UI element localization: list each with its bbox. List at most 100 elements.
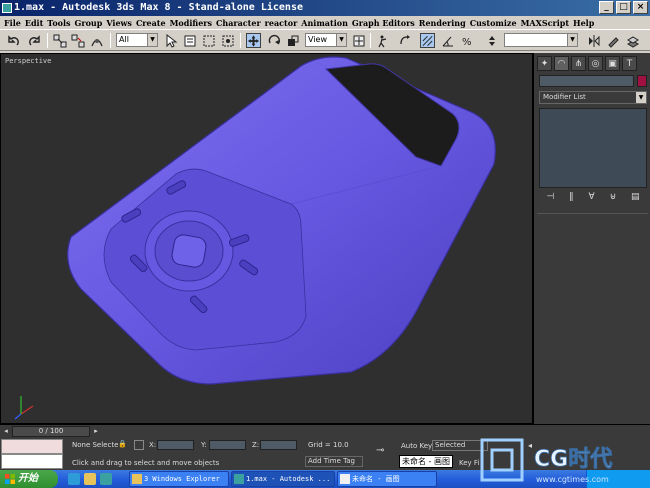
object-color-swatch[interactable] [637, 75, 647, 87]
snap-toggle-icon[interactable] [420, 33, 435, 48]
app-icon [2, 3, 12, 13]
toolbar-separator [240, 33, 241, 48]
window-crossing-icon[interactable] [220, 33, 235, 48]
y-label: Y: [201, 441, 207, 449]
lock-icon[interactable]: 🔒 [118, 440, 127, 448]
menu-maxscript[interactable]: MAXScript [519, 18, 571, 28]
task-paint[interactable]: 未命名 - 画图 [337, 471, 437, 487]
absolute-mode-icon[interactable] [134, 440, 144, 450]
menu-reactor[interactable]: reactor [263, 18, 300, 28]
utilities-tab-icon[interactable]: T [622, 56, 637, 71]
task-3dsmax[interactable]: 1.max - Autodesk ... [231, 471, 335, 487]
ref-coord-dropdown[interactable]: View ▼ [305, 33, 347, 47]
menu-rendering[interactable]: Rendering [417, 18, 468, 28]
axis-tripod [14, 396, 34, 420]
menu-customize[interactable]: Customize [468, 18, 519, 28]
show-end-result-icon[interactable]: ‖ [569, 192, 574, 206]
rect-selection-icon[interactable] [201, 33, 216, 48]
named-selection-sets-dropdown[interactable]: ▼ [504, 33, 578, 47]
mirror-object-icon[interactable] [586, 33, 601, 48]
manipulate-icon[interactable] [376, 33, 391, 48]
watermark-logo-icon [480, 438, 524, 482]
layer-manager-icon[interactable] [625, 33, 640, 48]
listener-bottom[interactable] [1, 454, 63, 469]
unlink-icon[interactable] [70, 33, 85, 48]
hierarchy-tab-icon[interactable]: ⋔ [571, 56, 586, 71]
menu-group[interactable]: Group [73, 18, 105, 28]
menu-graph-editors[interactable]: Graph Editors [350, 18, 417, 28]
maximize-button[interactable]: □ [616, 1, 631, 14]
taskbar-tooltip: 未命名 - 画图 [399, 455, 453, 468]
listener-top[interactable] [1, 439, 63, 454]
prompt-line: Click and drag to select and move object… [72, 459, 220, 467]
viewport-scene [14, 56, 496, 420]
close-button[interactable]: × [633, 1, 648, 14]
time-slider[interactable]: ◂ 0 / 100 ▸ [0, 424, 533, 437]
toolbar-separator [370, 33, 371, 48]
prev-frame-icon[interactable]: ◂ [1, 426, 11, 437]
modifier-stack[interactable] [539, 108, 647, 188]
mirror-icon[interactable] [398, 33, 413, 48]
bind-spacewarp-icon[interactable] [89, 33, 104, 48]
modify-tab-icon[interactable]: ◠ [554, 56, 569, 71]
add-time-tag-button[interactable]: Add Time Tag [305, 456, 363, 467]
configure-sets-icon[interactable]: ▤ [631, 192, 640, 206]
remove-modifier-icon[interactable]: ⊎ [610, 192, 617, 206]
select-move-icon[interactable] [246, 33, 261, 48]
pin-stack-icon[interactable]: ⊣ [546, 192, 554, 206]
menu-file[interactable]: File [2, 18, 23, 28]
menu-modifiers[interactable]: Modifiers [168, 18, 214, 28]
key-icon[interactable]: ⊸ [376, 445, 384, 456]
time-slider-handle[interactable]: 0 / 100 [12, 426, 90, 437]
menu-character[interactable]: Character [214, 18, 263, 28]
chevron-down-icon: ▼ [147, 34, 157, 46]
create-tab-icon[interactable]: ✦ [537, 56, 552, 71]
next-frame-icon[interactable]: ▸ [91, 426, 101, 437]
selection-filter-dropdown[interactable]: All ▼ [116, 33, 158, 47]
menu-tools[interactable]: Tools [45, 18, 72, 28]
select-object-icon[interactable] [163, 33, 178, 48]
toolbar-separator [110, 33, 111, 48]
object-name-field[interactable] [539, 75, 634, 87]
viewport-label[interactable]: Perspective [5, 57, 51, 65]
select-by-name-icon[interactable] [182, 33, 197, 48]
z-coordinate-field[interactable] [260, 440, 297, 450]
select-rotate-icon[interactable] [266, 33, 281, 48]
percent-snap-icon[interactable]: % [459, 33, 474, 48]
menu-edit[interactable]: Edit [23, 18, 45, 28]
quicklaunch-explorer-icon[interactable] [84, 473, 96, 485]
undo-icon[interactable] [6, 33, 21, 48]
quicklaunch-max-icon[interactable] [100, 473, 112, 485]
motion-tab-icon[interactable]: ◎ [588, 56, 603, 71]
z-label: Z: [252, 441, 260, 449]
perspective-viewport[interactable]: Perspective [0, 53, 533, 424]
maxscript-listener[interactable] [1, 439, 63, 469]
minimize-button[interactable]: _ [599, 1, 614, 14]
display-tab-icon[interactable]: ▣ [605, 56, 620, 71]
chevron-down-icon: ▼ [636, 92, 646, 103]
select-scale-icon[interactable] [285, 33, 300, 48]
menu-views[interactable]: Views [104, 18, 134, 28]
phone-model[interactable] [67, 56, 496, 385]
menu-animation[interactable]: Animation [299, 18, 350, 28]
task-windows-explorer[interactable]: 3 Windows Explorer [129, 471, 229, 487]
menu-help[interactable]: Help [571, 18, 596, 28]
auto-key-button[interactable]: Auto Key [401, 442, 432, 450]
select-link-icon[interactable] [52, 33, 67, 48]
redo-icon[interactable] [26, 33, 41, 48]
window-controls: _ □ × [599, 1, 648, 14]
start-button[interactable]: 开始 [0, 470, 58, 488]
modifier-list-dropdown[interactable]: Modifier List ▼ [539, 91, 647, 104]
x-coordinate-field[interactable] [157, 440, 194, 450]
angle-snap-icon[interactable] [440, 33, 455, 48]
key-filters-button[interactable]: Key Fi [459, 459, 479, 467]
menu-create[interactable]: Create [134, 18, 168, 28]
selection-status: None Selecte [72, 441, 119, 449]
spinner-snap-icon[interactable] [484, 33, 499, 48]
align-icon[interactable] [605, 33, 620, 48]
make-unique-icon[interactable]: ∀ [589, 192, 595, 206]
quicklaunch-ie-icon[interactable] [68, 473, 80, 485]
panel-divider [537, 213, 648, 214]
y-coordinate-field[interactable] [209, 440, 246, 450]
pivot-center-icon[interactable] [351, 33, 366, 48]
